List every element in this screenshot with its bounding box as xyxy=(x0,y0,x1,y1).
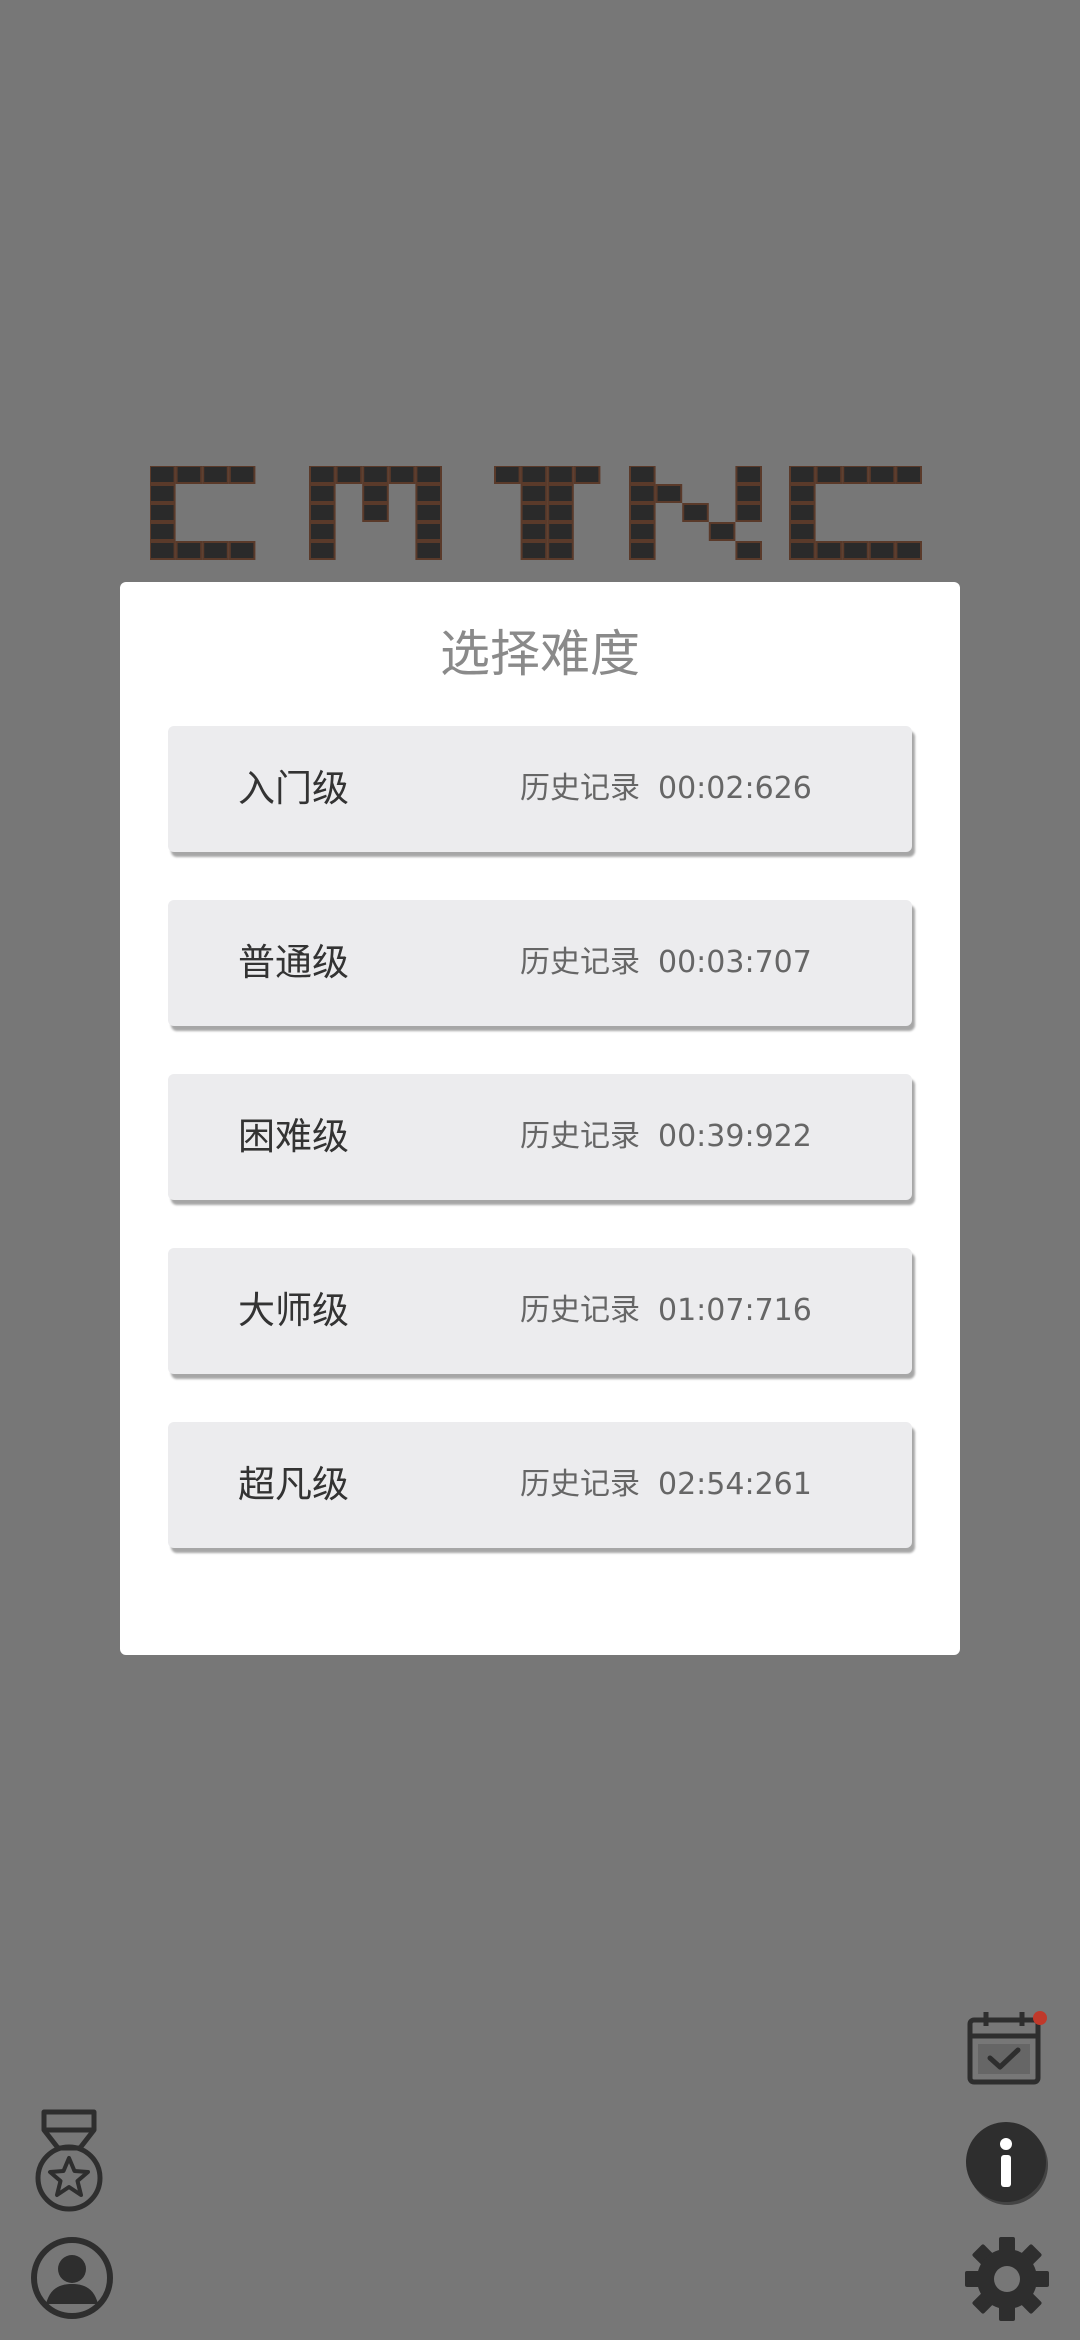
logo-block xyxy=(735,503,763,522)
logo-block xyxy=(655,484,683,503)
difficulty-dialog: 选择难度 入门级 历史记录 00:02:626 普通级 历史记录 00:03:7… xyxy=(120,582,960,1655)
record-time: 00:03:707 xyxy=(658,945,812,980)
logo-block xyxy=(175,541,203,560)
logo-block xyxy=(150,466,176,484)
info-icon[interactable] xyxy=(964,2120,1052,2208)
logo-block xyxy=(150,503,176,522)
logo-block xyxy=(150,541,176,560)
logo-block xyxy=(335,466,363,484)
dialog-title: 选择难度 xyxy=(440,625,640,683)
level-name: 入门级 xyxy=(238,767,349,810)
calendar-check-icon[interactable] xyxy=(966,2008,1048,2088)
record-label: 历史记录 xyxy=(520,945,640,980)
logo-block xyxy=(573,466,601,484)
record-time: 00:39:922 xyxy=(658,1119,812,1154)
medal-icon[interactable] xyxy=(30,2108,108,2214)
logo-block xyxy=(202,466,229,484)
logo-block xyxy=(895,466,923,484)
record-label: 历史记录 xyxy=(520,1119,640,1154)
game-logo xyxy=(150,466,923,560)
logo-block xyxy=(868,541,896,560)
logo-block xyxy=(895,541,923,560)
logo-block xyxy=(494,466,521,484)
user-profile-icon[interactable] xyxy=(30,2236,114,2320)
logo-block xyxy=(362,466,389,484)
logo-block xyxy=(309,503,336,522)
logo-block xyxy=(629,484,656,503)
logo-block xyxy=(415,522,442,541)
logo-block xyxy=(547,503,574,522)
level-button-extraordinary[interactable]: 超凡级 历史记录 02:54:261 xyxy=(168,1422,912,1548)
logo-block xyxy=(415,503,442,522)
logo-block xyxy=(547,522,574,541)
level-button-normal[interactable]: 普通级 历史记录 00:03:707 xyxy=(168,900,912,1026)
logo-block xyxy=(309,466,336,484)
logo-block xyxy=(520,466,548,484)
logo-block xyxy=(868,466,896,484)
logo-block xyxy=(682,503,709,522)
level-button-hard[interactable]: 困难级 历史记录 00:39:922 xyxy=(168,1074,912,1200)
gear-icon[interactable] xyxy=(962,2234,1052,2324)
logo-block xyxy=(228,541,256,560)
logo-block xyxy=(708,522,736,541)
logo-block xyxy=(735,484,763,503)
logo-block xyxy=(629,503,656,522)
record-time: 02:54:261 xyxy=(658,1467,812,1502)
record-label: 历史记录 xyxy=(520,771,640,806)
logo-block xyxy=(789,503,816,522)
logo-block xyxy=(815,466,843,484)
logo-block xyxy=(735,541,763,560)
logo-block xyxy=(789,541,816,560)
logo-block xyxy=(309,541,336,560)
record-label: 历史记录 xyxy=(520,1293,640,1328)
logo-block xyxy=(629,522,656,541)
logo-block xyxy=(520,503,548,522)
level-name: 普通级 xyxy=(238,941,349,984)
logo-block xyxy=(202,541,229,560)
logo-block xyxy=(415,541,442,560)
logo-block xyxy=(547,541,574,560)
logo-block xyxy=(150,484,176,503)
logo-block xyxy=(789,466,816,484)
logo-block xyxy=(815,541,843,560)
logo-block xyxy=(520,541,548,560)
logo-block xyxy=(415,484,442,503)
logo-block xyxy=(547,484,574,503)
logo-block xyxy=(842,541,869,560)
level-name: 困难级 xyxy=(238,1115,349,1158)
logo-block xyxy=(309,522,336,541)
logo-block xyxy=(175,466,203,484)
level-name: 超凡级 xyxy=(238,1463,349,1506)
logo-block xyxy=(842,466,869,484)
record-time: 01:07:716 xyxy=(658,1293,812,1328)
level-button-master[interactable]: 大师级 历史记录 01:07:716 xyxy=(168,1248,912,1374)
logo-block xyxy=(520,484,548,503)
record-time: 00:02:626 xyxy=(658,771,812,806)
logo-block xyxy=(735,466,763,484)
logo-block xyxy=(547,466,574,484)
logo-block xyxy=(629,466,656,484)
logo-block xyxy=(362,484,389,503)
logo-block xyxy=(520,522,548,541)
logo-block xyxy=(789,522,816,541)
logo-block xyxy=(150,522,176,541)
level-button-beginner[interactable]: 入门级 历史记录 00:02:626 xyxy=(168,726,912,852)
logo-block xyxy=(789,484,816,503)
logo-block xyxy=(388,466,416,484)
logo-block xyxy=(228,466,256,484)
logo-block xyxy=(309,484,336,503)
logo-block xyxy=(629,541,656,560)
level-name: 大师级 xyxy=(238,1289,349,1332)
logo-block xyxy=(362,503,389,522)
logo-block xyxy=(415,466,442,484)
record-label: 历史记录 xyxy=(520,1467,640,1502)
